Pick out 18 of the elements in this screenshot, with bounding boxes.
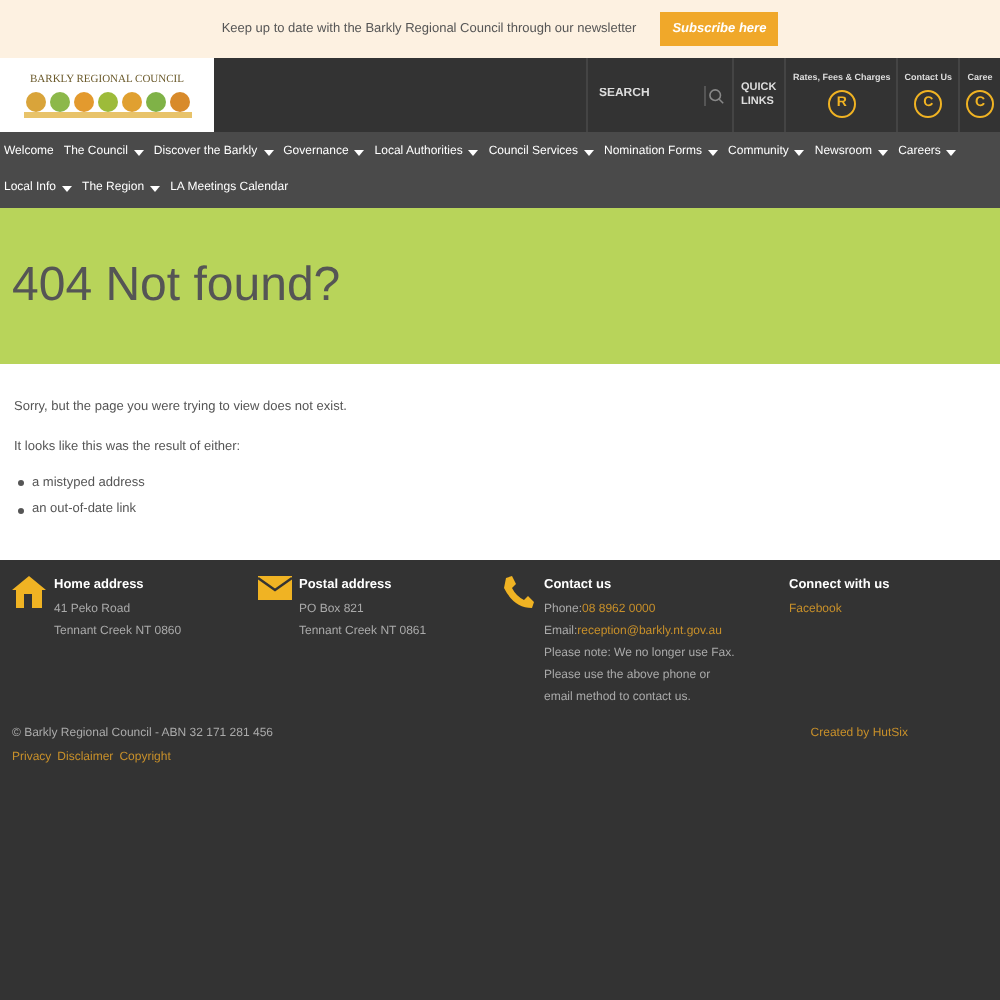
caret-icon: [584, 149, 595, 155]
house-icon: [12, 576, 46, 608]
envelope-icon: [257, 576, 291, 600]
caret-icon: [794, 149, 805, 155]
caret-icon: [150, 185, 161, 191]
caret-icon: [878, 149, 889, 155]
page-title: 404 Not found?: [12, 256, 341, 316]
bullet-icon: [18, 479, 24, 486]
caret-icon: [133, 149, 144, 155]
bullet-icon: [18, 507, 24, 514]
caret-icon: [263, 149, 274, 155]
caret-icon: [354, 149, 365, 155]
phone-icon: [502, 576, 534, 610]
search-icon[interactable]: [704, 85, 725, 105]
caret-icon: [468, 149, 479, 155]
caret-icon: [946, 149, 957, 155]
caret-icon: [708, 149, 719, 155]
caret-icon: [62, 185, 73, 191]
